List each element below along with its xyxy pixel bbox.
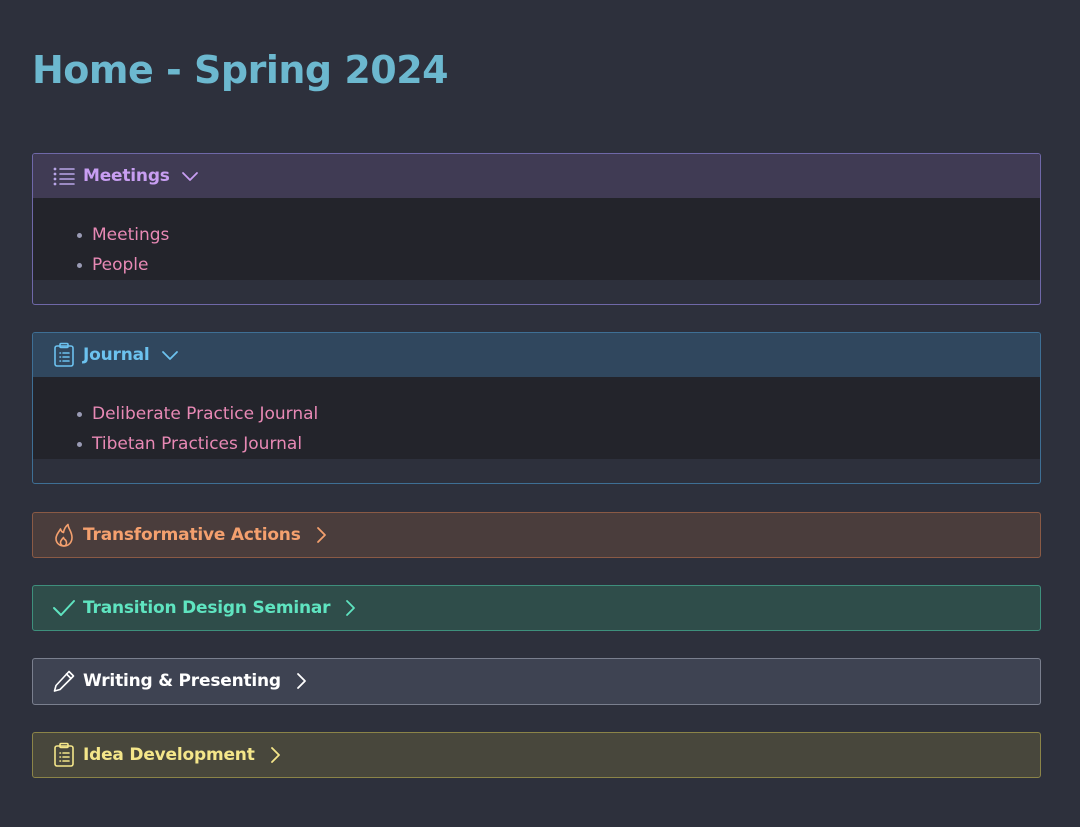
chevron-right-icon[interactable] (265, 745, 285, 765)
callout-idea-development: Idea Development (32, 732, 1041, 778)
check-icon (51, 595, 77, 621)
list-icon (51, 163, 77, 189)
page-title: Home - Spring 2024 (32, 48, 449, 92)
chevron-right-icon[interactable] (311, 525, 331, 545)
callout-meetings-title: Meetings (83, 166, 170, 186)
list-item: Deliberate Practice Journal (77, 399, 1040, 429)
callout-writing-presenting: Writing & Presenting (32, 658, 1041, 705)
callout-writing-presenting-header[interactable]: Writing & Presenting (33, 659, 1040, 703)
callout-journal: Journal Deliberate Practice Journal Tibe… (32, 332, 1041, 484)
callout-journal-body: Deliberate Practice Journal Tibetan Prac… (33, 377, 1040, 459)
link-tibetan-practices-journal[interactable]: Tibetan Practices Journal (92, 434, 302, 454)
callout-journal-title: Journal (83, 345, 150, 365)
link-list: Deliberate Practice Journal Tibetan Prac… (33, 399, 1040, 459)
callout-transition-design-seminar-title: Transition Design Seminar (83, 598, 331, 618)
chevron-down-icon[interactable] (180, 166, 200, 186)
callout-idea-development-header[interactable]: Idea Development (33, 733, 1040, 777)
callout-meetings-header[interactable]: Meetings (33, 154, 1040, 198)
callout-journal-header[interactable]: Journal (33, 333, 1040, 377)
callout-transition-design-seminar-header[interactable]: Transition Design Seminar (33, 586, 1040, 630)
callout-writing-presenting-title: Writing & Presenting (83, 671, 281, 691)
callout-transformative-actions: Transformative Actions (32, 512, 1041, 558)
list-item: Tibetan Practices Journal (77, 429, 1040, 459)
link-meetings[interactable]: Meetings (92, 225, 169, 245)
link-people[interactable]: People (92, 255, 148, 275)
callout-idea-development-title: Idea Development (83, 745, 255, 765)
clipboard-list-icon (51, 342, 77, 368)
flame-icon (51, 522, 77, 548)
pencil-icon (51, 668, 77, 694)
callout-transformative-actions-header[interactable]: Transformative Actions (33, 513, 1040, 557)
callout-transformative-actions-title: Transformative Actions (83, 525, 301, 545)
clipboard-list-icon (51, 742, 77, 768)
link-list: Meetings People (33, 220, 1040, 280)
link-deliberate-practice-journal[interactable]: Deliberate Practice Journal (92, 404, 318, 424)
callout-meetings: Meetings Meetings People (32, 153, 1041, 305)
list-item: People (77, 250, 1040, 280)
chevron-right-icon[interactable] (291, 671, 311, 691)
list-item: Meetings (77, 220, 1040, 250)
callout-transition-design-seminar: Transition Design Seminar (32, 585, 1041, 631)
note-page: Home - Spring 2024 Meetings Meetings Peo… (0, 0, 1080, 827)
chevron-right-icon[interactable] (340, 598, 360, 618)
chevron-down-icon[interactable] (160, 345, 180, 365)
callout-meetings-body: Meetings People (33, 198, 1040, 280)
